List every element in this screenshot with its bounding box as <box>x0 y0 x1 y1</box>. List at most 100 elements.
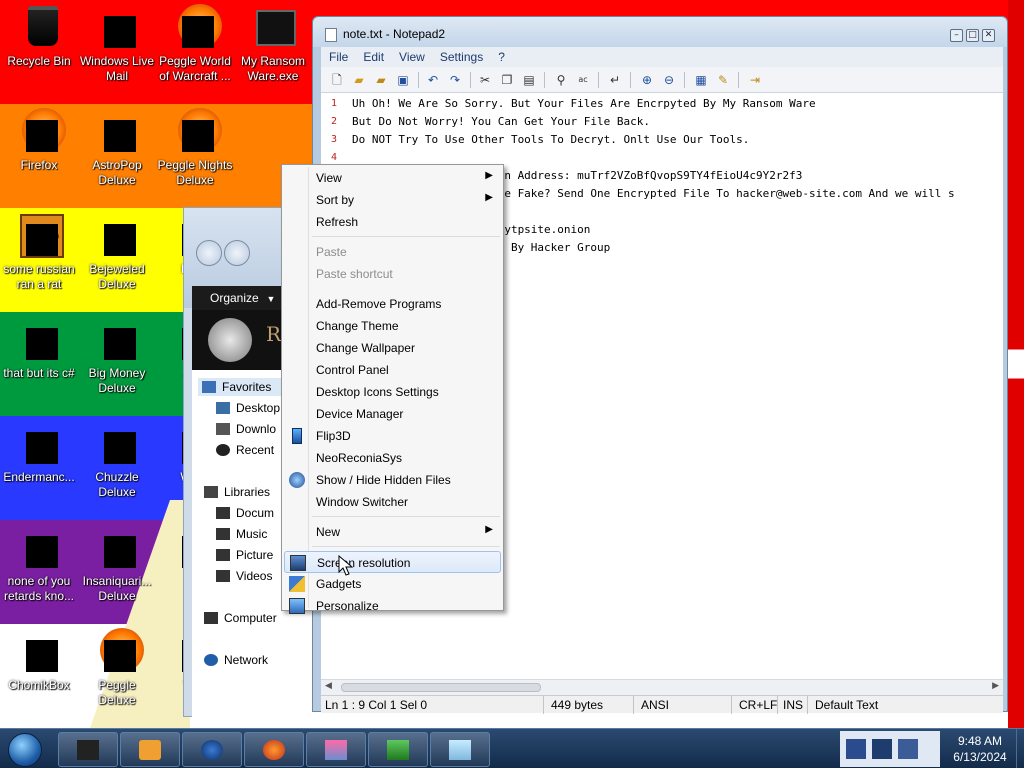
menu-item-show-hide-hidden-files[interactable]: Show / Hide Hidden Files <box>284 469 501 491</box>
system-clock[interactable]: 9:48 AM 6/13/2024 <box>944 733 1016 765</box>
cut-icon[interactable]: ✂ <box>477 72 493 88</box>
menu-item-view[interactable]: View ▶ <box>284 167 501 189</box>
nav-videos[interactable]: Videos <box>216 569 272 583</box>
save-icon[interactable]: ▣ <box>395 72 411 88</box>
menu-item-flip3d[interactable]: Flip3D <box>284 425 501 447</box>
desktop-icon[interactable]: none of you retards kno... <box>0 524 78 604</box>
menu-item-label: Paste shortcut <box>316 267 393 281</box>
nav-music[interactable]: Music <box>216 527 267 541</box>
taskbar-item-5[interactable] <box>306 732 366 767</box>
redo-icon[interactable]: ↷ <box>447 72 463 88</box>
nav-network[interactable]: Network <box>204 653 268 667</box>
nav-pictures[interactable]: Picture <box>216 548 273 562</box>
taskbar-item-6[interactable] <box>368 732 428 767</box>
customize-icon[interactable]: ✎ <box>715 72 731 88</box>
desktop-icon[interactable]: Peggle Deluxe <box>78 628 156 708</box>
desktop-icon[interactable]: e some russian ran a rat <box>0 212 78 292</box>
desktop-icon[interactable]: Firefox <box>0 108 78 173</box>
nav-computer[interactable]: Computer <box>204 611 277 625</box>
open-folder-icon[interactable]: ▰ <box>351 72 367 88</box>
tray-icon[interactable] <box>898 739 918 759</box>
menu-item-gadgets[interactable]: Gadgets <box>284 573 501 595</box>
menu-item-change-theme[interactable]: Change Theme <box>284 315 501 337</box>
browse-icon[interactable]: ▰ <box>373 72 389 88</box>
taskbar-item-2[interactable] <box>120 732 180 767</box>
desktop-icon[interactable]: Peggle World of Warcraft ... <box>156 4 234 84</box>
menu-item-desktop-icons-settings[interactable]: Desktop Icons Settings <box>284 381 501 403</box>
zoom-out-icon[interactable]: ⊖ <box>661 72 677 88</box>
desktop-icon[interactable]: ChomikBox <box>0 628 78 693</box>
black-app-icon <box>77 740 99 760</box>
start-button[interactable] <box>8 733 42 767</box>
tray-icon[interactable] <box>872 739 892 759</box>
desktop-icon[interactable]: Windows Live Mail <box>78 4 156 84</box>
back-button[interactable] <box>196 240 222 266</box>
maximize-button[interactable]: □ <box>966 29 979 42</box>
menu-view[interactable]: View <box>391 47 432 64</box>
menu-item-control-panel[interactable]: Control Panel <box>284 359 501 381</box>
exit-icon[interactable]: ⇥ <box>747 72 763 88</box>
copy-icon[interactable]: ❐ <box>499 72 515 88</box>
paste-icon[interactable]: ▤ <box>521 72 537 88</box>
minimize-button[interactable]: – <box>950 29 963 42</box>
menu-file[interactable]: File <box>321 47 355 64</box>
menu-item-neoreconiasys[interactable]: NeoReconiaSys <box>284 447 501 469</box>
menu-item-add-remove-programs[interactable]: Add-Remove Programs <box>284 293 501 315</box>
toolbar: 🗋 ▰ ▰ ▣ ↶ ↷ ✂ ❐ ▤ ⚲ ac ↵ ⊕ ⊖ ▦ ✎ ⇥ <box>321 67 1003 93</box>
desktop-icon[interactable]: Recycle Bin <box>0 4 78 69</box>
recent-icon <box>216 444 230 456</box>
menu-item-new[interactable]: New ▶ <box>284 521 501 543</box>
desktop-icon[interactable]: Chuzzle Deluxe <box>78 420 156 500</box>
desktop-icon[interactable]: My Ransom Ware.exe <box>234 4 312 84</box>
menu-item-change-wallpaper[interactable]: Change Wallpaper <box>284 337 501 359</box>
desktop-icon[interactable]: that but its c# <box>0 316 78 381</box>
menu-item-paste[interactable]: Paste <box>284 241 501 263</box>
menu-item-device-manager[interactable]: Device Manager <box>284 403 501 425</box>
close-button[interactable]: ✕ <box>982 29 995 42</box>
desktop-icon[interactable]: Peggle Nights Deluxe <box>156 108 234 188</box>
menu-item-personalize[interactable]: Personalize <box>284 595 501 617</box>
menu-item-window-switcher[interactable]: Window Switcher <box>284 491 501 513</box>
scheme-icon[interactable]: ▦ <box>693 72 709 88</box>
nav-libraries[interactable]: Libraries <box>204 485 270 499</box>
word-wrap-icon[interactable]: ↵ <box>607 72 623 88</box>
menu-item-label: Flip3D <box>316 429 351 443</box>
system-tray[interactable] <box>840 731 940 767</box>
find-icon[interactable]: ⚲ <box>553 72 569 88</box>
taskbar-item-7[interactable] <box>430 732 490 767</box>
show-desktop-button[interactable] <box>1016 729 1024 768</box>
zoom-in-icon[interactable]: ⊕ <box>639 72 655 88</box>
menu-item-sort-by[interactable]: Sort by ▶ <box>284 189 501 211</box>
scrollbar-thumb[interactable] <box>341 683 541 692</box>
taskbar-item-4[interactable] <box>244 732 304 767</box>
desktop-icon[interactable]: Bejeweled Deluxe <box>78 212 156 292</box>
organize-label: Organize <box>210 291 259 305</box>
replace-icon[interactable]: ac <box>575 72 591 88</box>
desktop-icon[interactable]: Endermanc... <box>0 420 78 485</box>
horizontal-scrollbar[interactable]: ◀ ▶ <box>321 679 1003 695</box>
undo-icon[interactable]: ↶ <box>425 72 441 88</box>
desktop-icon[interactable]: Insaniquari... Deluxe <box>78 524 156 604</box>
menu-item-paste-shortcut[interactable]: Paste shortcut <box>284 263 501 285</box>
nav-downloads[interactable]: Downlo <box>216 422 276 436</box>
menu-item-screen-resolution[interactable]: Screen resolution <box>284 551 501 573</box>
new-file-icon[interactable]: 🗋 <box>329 72 345 88</box>
forward-button[interactable] <box>224 240 250 266</box>
scroll-right-icon[interactable]: ▶ <box>992 681 999 691</box>
nav-desktop[interactable]: Desktop <box>216 401 280 415</box>
taskbar-item-3[interactable] <box>182 732 242 767</box>
nav-recent[interactable]: Recent <box>216 443 274 457</box>
menu-edit[interactable]: Edit <box>355 47 391 64</box>
nav-documents[interactable]: Docum <box>216 506 274 520</box>
tray-icon[interactable] <box>846 739 866 759</box>
menu-help[interactable]: ? <box>490 47 512 64</box>
notepad-titlebar[interactable]: note.txt - Notepad2 – □ ✕ <box>313 17 1007 47</box>
taskbar-item-1[interactable] <box>58 732 118 767</box>
desktop-icon[interactable]: Big Money Deluxe <box>78 316 156 396</box>
desktop-icon-label: Chuzzle Deluxe <box>95 470 139 499</box>
scroll-left-icon[interactable]: ◀ <box>325 681 332 691</box>
desktop-icon[interactable]: AstroPop Deluxe <box>78 108 156 188</box>
menu-item-refresh[interactable]: Refresh <box>284 211 501 233</box>
menu-settings[interactable]: Settings <box>432 47 490 64</box>
toolbar-separator <box>598 72 599 88</box>
